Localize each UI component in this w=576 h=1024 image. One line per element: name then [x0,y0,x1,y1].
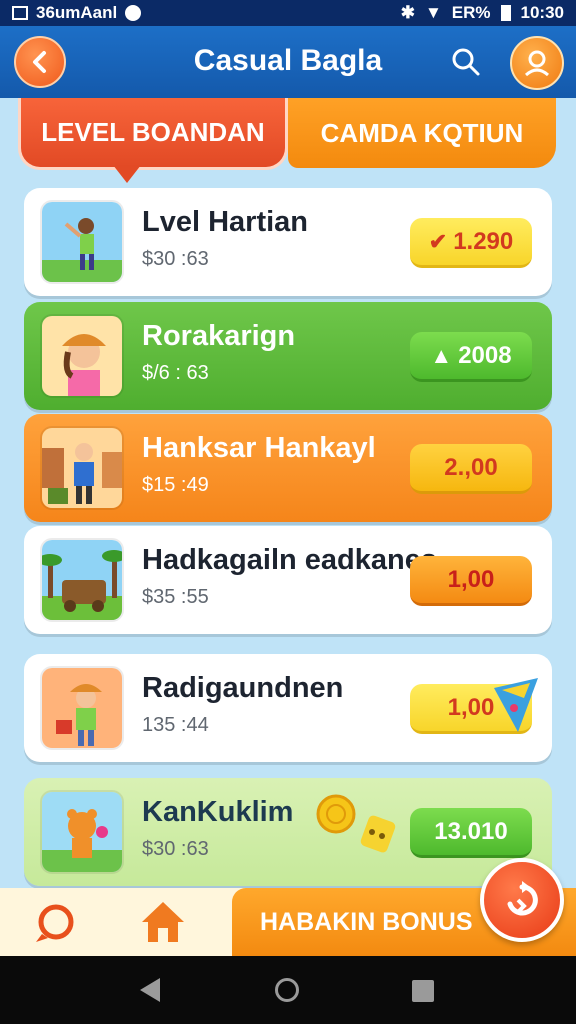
game-thumbnail [40,666,124,750]
price-label: 2008 [458,341,512,369]
item-subtitle: $/6 : 63 [142,362,209,384]
item-title: Radigaundnen [142,672,344,704]
price-label: 2.,00 [444,453,498,481]
status-bar: 36umAanl ✱ ▼ ER% 10:30 [0,0,576,26]
price-button[interactable]: 2.,00 [410,444,532,494]
item-subtitle: $15 :49 [142,474,209,496]
list-item[interactable]: KanKuklim $30 :63 13.010 [24,778,552,886]
bonus-label: HABAKIN BONUS [260,907,473,936]
game-thumbnail [40,426,124,510]
tab-level-boandan[interactable]: LEVEL BOANDAN [18,98,288,183]
battery-text: ER% [451,3,491,22]
chat-icon [36,904,74,942]
item-subtitle: 135 :44 [142,714,209,736]
check-icon: ✔ [428,228,448,254]
game-thumbnail [40,200,124,284]
profile-button[interactable] [510,36,564,90]
price-button[interactable]: ✔ 1.290 [410,218,532,268]
coin-icon [316,794,396,853]
price-button[interactable]: 1,00 [410,556,532,606]
list-item[interactable]: Rorakarign $/6 : 63 ▲ 2008 [24,302,552,410]
item-title: Rorakarign [142,320,296,352]
item-subtitle: $35 :55 [142,586,209,608]
item-subtitle: $30 :63 [142,248,209,270]
item-title: Hanksar Hankayl [142,432,376,464]
price-button[interactable]: ▲ 2008 [410,332,532,382]
notification-icon [12,6,28,20]
price-label: 1,00 [447,565,495,593]
list-item[interactable]: Radigaundnen 135 :44 1,00 [24,654,552,762]
carrier-text: 36umAanl [36,3,118,22]
search-icon [452,48,480,76]
system-nav-bar [0,956,576,1024]
app-bar: Casual Bagla [0,26,576,98]
list-item[interactable]: Lvel Hartian $30 :63 ✔ 1.290 [24,188,552,296]
refresh-fab[interactable] [480,858,564,942]
sync-icon [125,5,142,21]
game-thumbnail [40,314,124,398]
clock: 10:30 [520,3,564,22]
arrow-up-icon: ▲ [430,342,453,368]
list-item[interactable]: Hadkagailn eadkanes $35 :55 1,00 [24,526,552,634]
home-button[interactable] [138,898,188,946]
wifi-icon: ▼ [424,3,442,22]
chat-button[interactable] [30,900,80,946]
battery-icon [500,5,511,21]
search-button[interactable] [446,42,486,82]
tab-label: CAMDA KQTIUN [320,117,524,148]
item-title: Lvel Hartian [142,206,308,238]
item-title: Hadkagailn eadkanes [142,544,437,576]
app-title: Casual Bagla [193,44,383,77]
game-thumbnail [40,790,124,874]
price-label: 1.290 [453,227,514,255]
game-thumbnail [40,538,124,622]
system-home-icon[interactable] [275,978,299,1002]
bluetooth-icon: ✱ [400,3,415,22]
tab-label: LEVEL BOANDAN [41,117,265,147]
home-icon [142,902,184,942]
price-label: 13.010 [434,817,508,845]
system-back-icon[interactable] [140,978,160,1002]
party-hat-icon [494,678,538,732]
tab-camda-kqtiun[interactable]: CAMDA KQTIUN [288,98,556,168]
list-item[interactable]: Hanksar Hankayl $15 :49 2.,00 [24,414,552,522]
refresh-icon [507,881,538,916]
price-button[interactable]: 13.010 [410,808,532,858]
item-subtitle: $30 :63 [142,838,209,860]
system-recents-icon[interactable] [412,980,434,1002]
user-icon [524,50,550,77]
item-title: KanKuklim [142,796,294,828]
